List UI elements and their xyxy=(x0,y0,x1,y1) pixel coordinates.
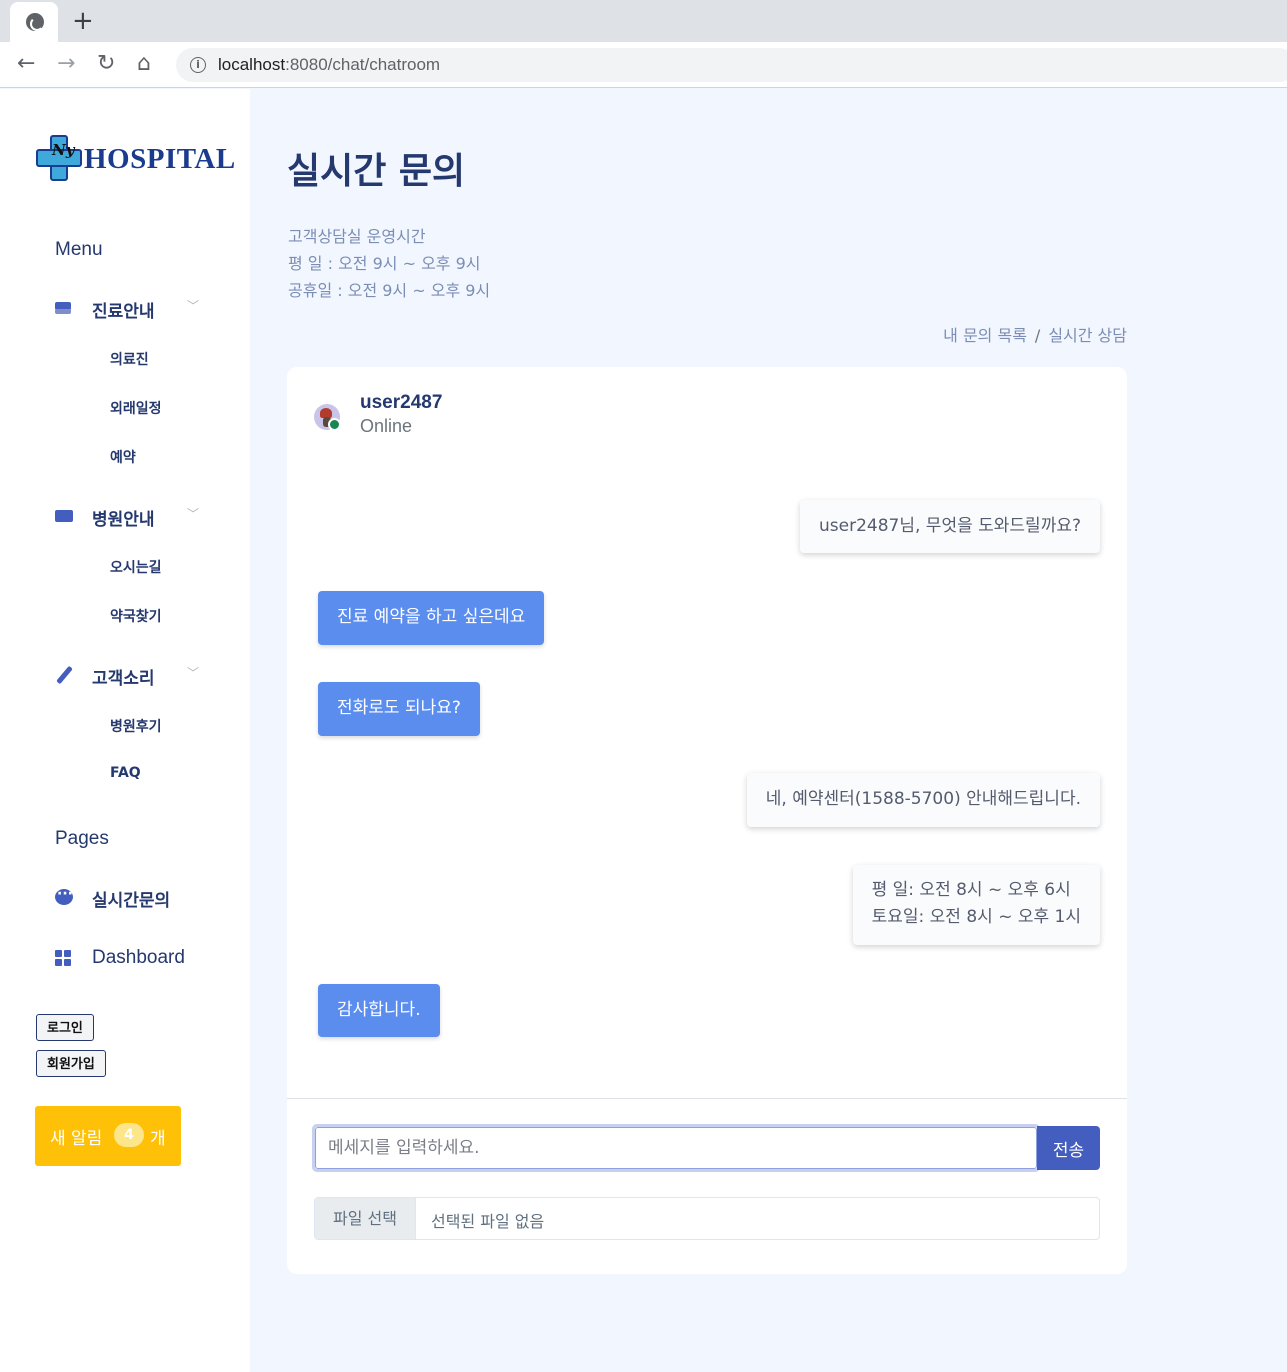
cross-logo-icon: Ny xyxy=(36,135,82,181)
chat-message-sent: 진료 예약을 하고 싶은데요 xyxy=(318,591,545,645)
back-button[interactable]: ← xyxy=(17,52,35,76)
chat-user-status: Online xyxy=(360,416,413,436)
submenu-faq[interactable]: FAQ xyxy=(110,765,141,781)
hospital-logo[interactable]: Ny HOSPITAL xyxy=(36,135,236,185)
browser-tabbar: + xyxy=(0,0,1287,42)
message-input[interactable] xyxy=(315,1127,1037,1169)
signup-button[interactable]: 회원가입 xyxy=(36,1050,106,1077)
chat-message-received: user2487님, 무엇을 도와드릴까요? xyxy=(800,500,1100,553)
choose-file-button[interactable]: 파일 선택 xyxy=(315,1198,416,1239)
home-button[interactable]: ⌂ xyxy=(137,52,151,76)
sidebar-item-label: 진료안내 xyxy=(92,302,155,322)
breadcrumb-my-inquiries[interactable]: 내 문의 목록 xyxy=(943,326,1027,345)
sidebar-item-label: 고객소리 xyxy=(92,669,155,689)
breadcrumb-live-chat: 실시간 상담 xyxy=(1048,326,1127,345)
briefcase-icon xyxy=(55,507,73,525)
sidebar-item-label: Dashboard xyxy=(92,947,185,968)
notification-count-badge: 4 xyxy=(114,1123,144,1147)
submenu-directions[interactable]: 오시는길 xyxy=(110,557,162,577)
notification-button[interactable]: 새 알림 4 개 xyxy=(35,1106,181,1166)
forward-button[interactable]: → xyxy=(57,52,75,76)
chat-message-sent: 전화로도 되나요? xyxy=(318,682,480,736)
submenu-doctors[interactable]: 의료진 xyxy=(110,349,149,369)
pages-heading: Pages xyxy=(55,828,109,849)
file-status-text: 선택된 파일 없음 xyxy=(431,1212,545,1231)
info-icon[interactable]: i xyxy=(190,57,206,73)
notification-suffix: 개 xyxy=(150,1129,166,1149)
message-input-wrapper xyxy=(312,1124,1040,1172)
divider xyxy=(287,1098,1127,1099)
sidebar-item-hospital-guide[interactable]: 병원안내 ﹀ xyxy=(55,501,215,531)
hours-heading: 고객상담실 운영시간 xyxy=(288,227,426,246)
sidebar-item-label: 실시간문의 xyxy=(92,891,171,911)
logo-text: HOSPITAL xyxy=(84,143,236,175)
submenu-reservation[interactable]: 예약 xyxy=(110,447,136,467)
pen-icon xyxy=(55,666,73,684)
page-title: 실시간 문의 xyxy=(287,151,466,192)
chevron-down-icon: ﹀ xyxy=(187,507,200,521)
reload-button[interactable]: ↻ xyxy=(97,52,115,76)
notification-label: 새 알림 xyxy=(50,1129,103,1149)
file-input[interactable]: 파일 선택 선택된 파일 없음 xyxy=(314,1197,1100,1240)
sidebar-item-medical-guide[interactable]: 진료안내 ﹀ xyxy=(55,293,215,323)
online-status-dot xyxy=(328,418,341,431)
login-button[interactable]: 로그인 xyxy=(36,1014,94,1041)
globe-icon xyxy=(26,13,44,31)
operating-hours: 고객상담실 운영시간 평 일 : 오전 9시 ~ 오후 9시 공휴일 : 오전 … xyxy=(288,223,490,304)
sidebar-item-label: 병원안내 xyxy=(92,510,155,530)
breadcrumb: 내 문의 목록 / 실시간 상담 xyxy=(943,322,1127,346)
send-button[interactable]: 전송 xyxy=(1037,1126,1100,1170)
new-tab-button[interactable]: + xyxy=(72,7,94,35)
browser-tab[interactable] xyxy=(10,2,58,42)
sidebar-item-dashboard[interactable]: Dashboard xyxy=(55,944,215,974)
chevron-down-icon: ﹀ xyxy=(187,666,200,680)
sidebar-item-customer-voice[interactable]: 고객소리 ﹀ xyxy=(55,660,215,690)
sidebar-item-live-chat[interactable]: 실시간문의 xyxy=(55,882,215,912)
url-text: localhost:8080/chat/chatroom xyxy=(218,55,441,74)
chat-message-received: 평 일: 오전 8시 ~ 오후 6시 토요일: 오전 8시 ~ 오후 1시 xyxy=(852,865,1100,945)
chat-icon xyxy=(55,886,73,906)
grid-icon xyxy=(55,950,73,968)
chat-card: user2487 Online user2487님, 무엇을 도와드릴까요? 진… xyxy=(287,367,1127,1274)
menu-heading: Menu xyxy=(55,239,103,260)
chat-message-received: 네, 예약센터(1588-5700) 안내해드립니다. xyxy=(746,773,1100,827)
address-bar[interactable]: i localhost:8080/chat/chatroom xyxy=(176,48,1287,82)
chevron-down-icon: ﹀ xyxy=(187,299,200,313)
layers-icon xyxy=(55,299,73,317)
submenu-reviews[interactable]: 병원후기 xyxy=(110,716,162,736)
submenu-pharmacy[interactable]: 약국찾기 xyxy=(110,606,162,626)
chat-message-sent: 감사합니다. xyxy=(318,984,440,1037)
sidebar: Ny HOSPITAL Menu 진료안내 ﹀ 의료진 외래일정 예약 병원안내… xyxy=(0,89,250,1372)
breadcrumb-separator: / xyxy=(1034,326,1041,345)
browser-toolbar: ← → ↻ ⌂ i localhost:8080/chat/chatroom xyxy=(0,42,1287,88)
hours-holiday: 공휴일 : 오전 9시 ~ 오후 9시 xyxy=(288,281,491,300)
submenu-outpatient-schedule[interactable]: 외래일정 xyxy=(110,398,162,418)
hours-weekday: 평 일 : 오전 9시 ~ 오후 9시 xyxy=(288,254,481,273)
chat-username: user2487 xyxy=(360,392,443,413)
